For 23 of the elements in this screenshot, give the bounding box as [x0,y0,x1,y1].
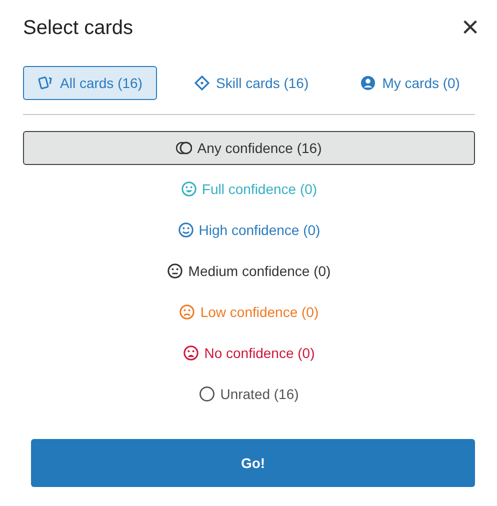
diamond-icon [194,75,210,91]
smiley-icon [180,181,197,197]
circle-icon [199,386,216,402]
confidence-option[interactable]: Any confidence (16) [23,131,475,165]
tab[interactable]: All cards (16) [23,66,158,100]
confidence-option[interactable]: High confidence (0) [23,213,475,247]
go-button[interactable]: Go! [31,439,475,487]
sad-face-icon [179,304,196,320]
user-icon [360,75,376,91]
confidence-option[interactable]: Low confidence (0) [23,295,475,329]
smiley-icon [178,222,194,238]
confidence-option[interactable]: Full confidence (0) [23,172,475,206]
confidence-option[interactable]: Medium confidence (0) [23,254,475,288]
neutral-face-icon [167,263,184,279]
confidence-option[interactable]: Unrated (16) [23,377,475,411]
overlapping-circles-icon [176,140,192,156]
close-button[interactable]: × [461,13,479,43]
cards-icon [38,75,54,91]
sad-face-icon [183,345,200,361]
confidence-option[interactable]: No confidence (0) [23,336,475,370]
tab[interactable]: My cards (0) [345,66,475,100]
dialog-title: Select cards [23,16,134,40]
tab[interactable]: Skill cards (16) [179,66,324,100]
